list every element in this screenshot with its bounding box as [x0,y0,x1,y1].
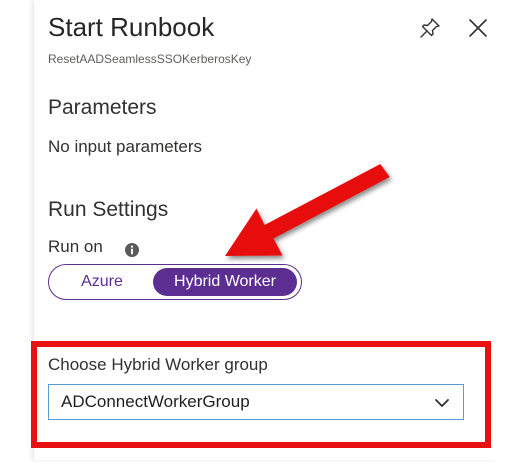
pin-icon[interactable] [418,16,442,40]
info-icon[interactable] [124,242,140,258]
close-icon[interactable] [466,16,490,40]
run-settings-heading: Run Settings [48,198,169,221]
run-on-option-azure[interactable]: Azure [55,268,149,296]
highlight-box [31,341,491,448]
blade-subtitle: ResetAADSeamlessSSOKerberosKey [48,52,252,66]
parameters-heading: Parameters [48,96,157,119]
run-on-toggle: Azure Hybrid Worker [48,264,302,300]
run-on-label: Run on [48,237,103,256]
run-on-option-hybrid-worker[interactable]: Hybrid Worker [153,268,297,296]
no-parameters-text: No input parameters [48,137,203,156]
blade-title: Start Runbook [48,12,215,42]
